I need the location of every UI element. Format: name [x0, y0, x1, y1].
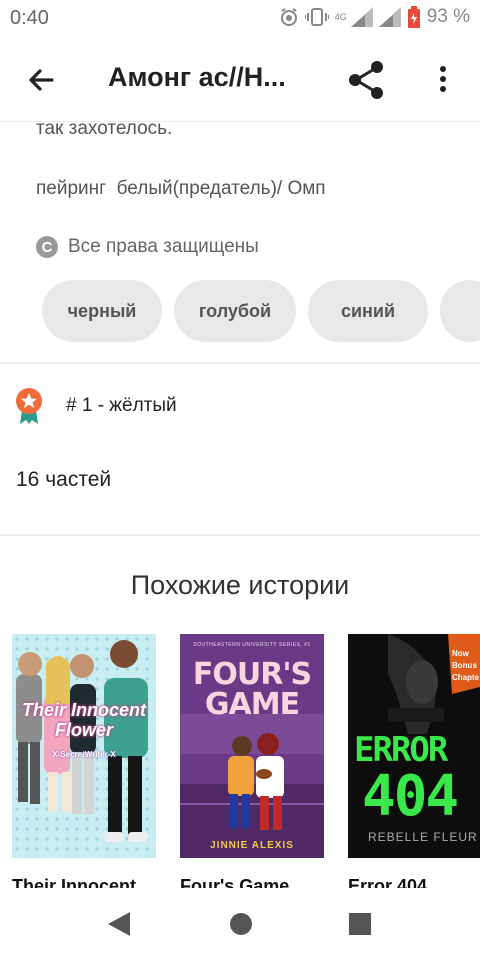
description-line-2: пейринг белый(предатель)/ Омп: [36, 178, 326, 199]
award-badge-icon: [16, 388, 42, 424]
copyright-text: Все права защищены: [68, 236, 259, 257]
page-title: Амонг ас//Н...: [108, 62, 286, 92]
book-cover-art: [12, 634, 156, 858]
system-nav-bar: [0, 888, 480, 960]
app-bar: Амонг ас//Н...: [0, 36, 480, 122]
more-options-button[interactable]: [428, 60, 458, 100]
tag-chip[interactable]: голубой: [174, 280, 296, 342]
alarm-icon: [280, 8, 297, 26]
copyright-notice: C Все права защищены: [36, 236, 259, 258]
book-cover-title: FOUR'S GAME: [192, 657, 312, 722]
book-cover[interactable]: SOUTHEASTERN UNIVERSITY SERIES, #1 FOUR'…: [180, 634, 324, 858]
parts-count: 16 частей: [16, 468, 112, 491]
ranking-row[interactable]: # 1 - жёлтый: [14, 386, 177, 426]
divider: [0, 534, 480, 536]
book-cover-author: REBELLE FLEUR: [368, 830, 478, 844]
share-button[interactable]: [344, 58, 388, 102]
status-time: 0:40: [10, 7, 49, 29]
more-vertical-icon: [440, 66, 446, 92]
book-card[interactable]: Now Bonus Chapte ERROR 404 REBELLE FLEUR…: [348, 634, 480, 898]
book-cover-title-line-2: 404: [362, 764, 459, 829]
book-card[interactable]: SOUTHEASTERN UNIVERSITY SERIES, #1 FOUR'…: [180, 634, 324, 898]
book-cover-badge: Now Bonus Chapte: [452, 649, 480, 682]
similar-stories-heading: Похожие истории: [130, 570, 350, 600]
copyright-icon: C: [36, 236, 58, 258]
nav-recents-icon[interactable]: [348, 912, 372, 936]
book-cover-title: Their Innocent Flower: [21, 700, 146, 740]
nav-back-icon[interactable]: [106, 910, 132, 938]
book-cover-series: SOUTHEASTERN UNIVERSITY SERIES, #1: [193, 642, 311, 648]
similar-books-carousel[interactable]: Their Innocent Flower X-SecretWriter-X T…: [12, 634, 480, 898]
tag-list: черный голубой синий: [42, 280, 480, 342]
status-bar: 0:40 4G 93 %: [0, 0, 480, 36]
share-icon: [349, 61, 383, 99]
divider: [0, 362, 480, 364]
network-type: 4G: [334, 11, 347, 22]
vibrate-icon: [304, 8, 329, 26]
battery-percent: 93 %: [426, 6, 470, 27]
signal-icon: [350, 7, 373, 27]
book-card[interactable]: Their Innocent Flower X-SecretWriter-X T…: [12, 634, 156, 898]
back-button[interactable]: [22, 60, 62, 100]
tag-chip[interactable]: черный: [42, 280, 162, 342]
book-cover-author: X-SecretWriter-X: [52, 750, 116, 759]
tag-chip-partial[interactable]: [440, 280, 480, 342]
back-arrow-icon: [29, 69, 54, 91]
signal-icon-2: [378, 7, 401, 27]
tag-chip[interactable]: синий: [308, 280, 428, 342]
nav-home-icon[interactable]: [229, 912, 253, 936]
book-cover-author: JINNIE ALEXIS: [210, 840, 294, 851]
description-line-1: так захотелось.: [36, 118, 173, 139]
book-cover[interactable]: Now Bonus Chapte ERROR 404 REBELLE FLEUR: [348, 634, 480, 858]
ranking-text: # 1 - жёлтый: [66, 395, 177, 416]
book-cover[interactable]: Their Innocent Flower X-SecretWriter-X: [12, 634, 156, 858]
status-icons: 4G 93 %: [279, 6, 470, 28]
battery-icon: [407, 6, 420, 28]
